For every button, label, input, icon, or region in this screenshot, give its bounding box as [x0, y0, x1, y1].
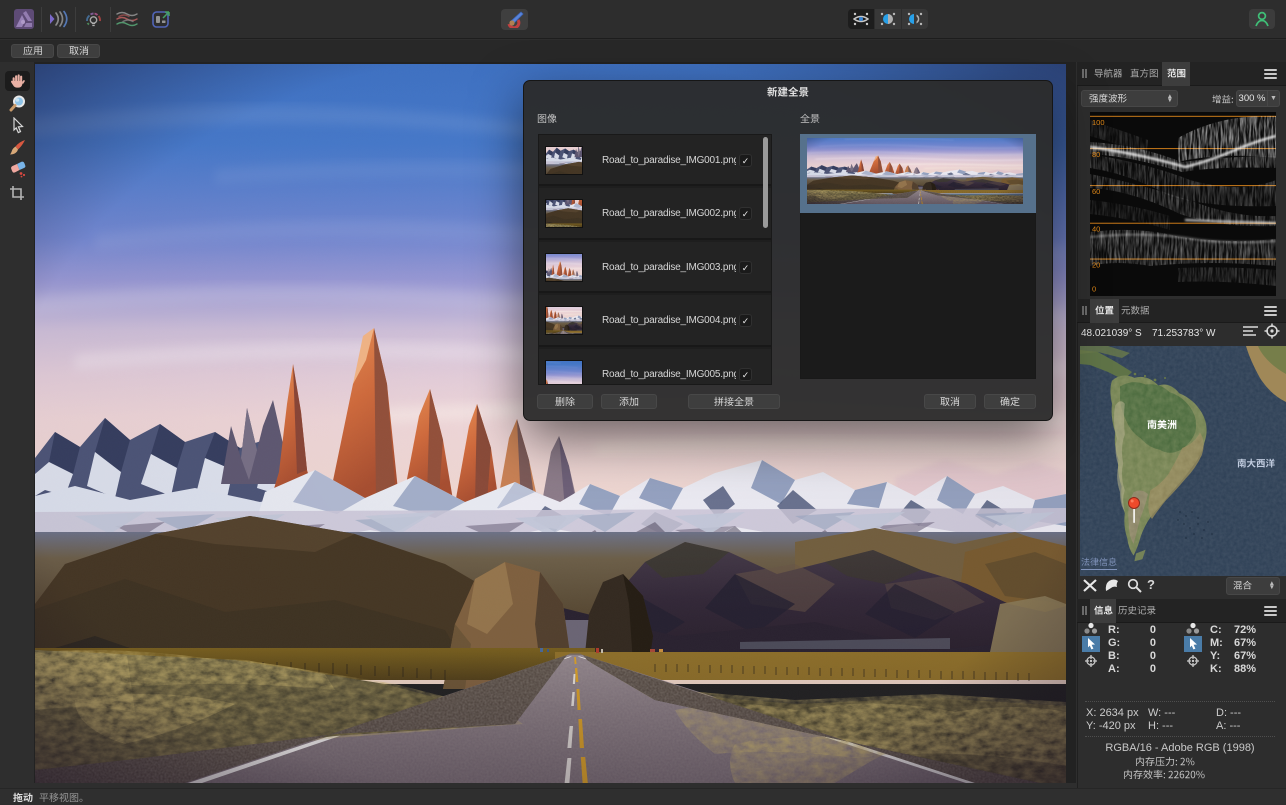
svg-text:20: 20	[1092, 261, 1100, 270]
svg-text:0: 0	[1092, 285, 1096, 294]
svg-text:80: 80	[1092, 150, 1100, 159]
svg-text:40: 40	[1092, 225, 1100, 234]
svg-text:100: 100	[1092, 118, 1105, 127]
svg-text:60: 60	[1092, 187, 1100, 196]
